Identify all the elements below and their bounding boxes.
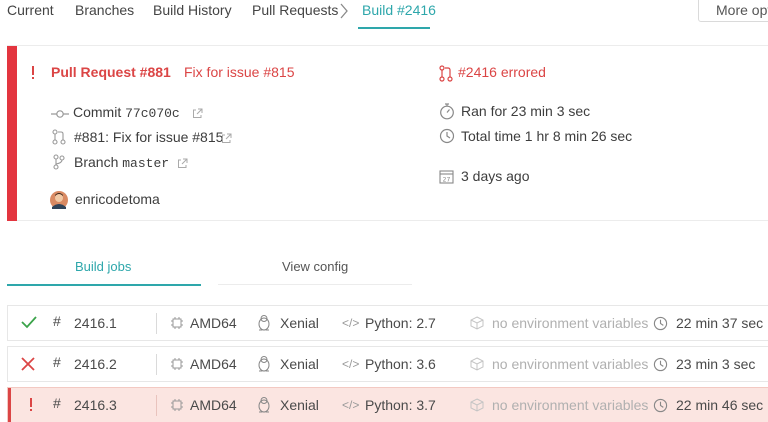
errored-icon	[28, 397, 34, 416]
hash-icon: #	[53, 354, 61, 370]
tab-build-history[interactable]: Build History	[153, 2, 232, 18]
job-number[interactable]: 2416.1	[74, 315, 117, 331]
job-env: no environment variables set	[492, 397, 650, 413]
stopwatch-icon	[439, 102, 455, 125]
build-summary-card: Pull Request #881 Fix for issue #815 Com…	[7, 45, 768, 221]
code-icon: </>	[342, 398, 360, 412]
pull-request-icon	[439, 65, 453, 87]
more-options-button[interactable]: More options	[698, 0, 768, 22]
commit-message: Fix for issue #815	[184, 64, 295, 80]
cpu-icon	[170, 398, 184, 415]
job-arch: AMD64	[190, 315, 237, 331]
active-tab-indicator	[358, 27, 430, 29]
state-stripe	[7, 46, 17, 221]
clock-icon	[653, 316, 668, 334]
repo-tabs: Current Branches Build History Pull Requ…	[0, 0, 768, 29]
external-link-icon[interactable]	[177, 156, 188, 174]
author-name[interactable]: enricodetoma	[75, 191, 160, 207]
linux-icon	[257, 396, 271, 416]
job-language: Python: 2.7	[365, 315, 436, 331]
job-row[interactable]: # 2416.2 AMD64 Xenial </> Python: 3.6 no…	[7, 346, 768, 382]
box-icon	[470, 398, 484, 415]
build-state: #2416 errored	[458, 64, 546, 80]
tab-pull-requests[interactable]: Pull Requests	[252, 2, 338, 18]
job-row[interactable]: # 2416.1 AMD64 Xenial </> Python: 2.7 no…	[7, 305, 768, 341]
pull-request-icon	[52, 129, 66, 150]
job-dist: Xenial	[280, 397, 319, 413]
job-dist: Xenial	[280, 356, 319, 372]
pull-request-link[interactable]: #881: Fix for issue #815	[74, 129, 223, 145]
commit-sha: 77c070c	[125, 106, 180, 121]
cpu-icon	[170, 316, 184, 333]
commit-link[interactable]: Commit 77c070c	[73, 104, 180, 121]
external-link-icon[interactable]	[192, 106, 203, 124]
cpu-icon	[170, 357, 184, 374]
linux-icon	[257, 355, 271, 375]
hash-icon: #	[53, 313, 61, 329]
job-env: no environment variables set	[492, 356, 650, 372]
linux-icon	[257, 314, 271, 334]
job-number[interactable]: 2416.3	[74, 397, 117, 413]
errored-stripe	[8, 388, 11, 422]
passed-check-icon	[20, 314, 38, 333]
calendar-day: 27	[443, 177, 451, 184]
calendar-icon: 27	[439, 169, 454, 189]
box-icon	[470, 316, 484, 333]
clock-icon	[653, 398, 668, 416]
job-arch: AMD64	[190, 356, 237, 372]
job-dist: Xenial	[280, 315, 319, 331]
failed-x-icon	[20, 356, 36, 375]
avatar	[50, 191, 68, 214]
box-icon	[470, 357, 484, 374]
code-icon: </>	[342, 357, 360, 371]
tab-current[interactable]: Current	[7, 2, 54, 18]
code-icon: </>	[342, 316, 360, 330]
pull-request-title[interactable]: Pull Request #881	[51, 64, 171, 80]
row-divider	[156, 313, 157, 334]
finished-ago: 3 days ago	[461, 168, 530, 184]
errored-icon	[28, 64, 38, 87]
job-language: Python: 3.6	[365, 356, 436, 372]
branch-link[interactable]: Branch master	[74, 154, 169, 171]
breadcrumb-chevron-icon	[339, 2, 349, 25]
job-number[interactable]: 2416.2	[74, 356, 117, 372]
hash-icon: #	[53, 395, 61, 411]
external-link-icon[interactable]	[221, 131, 232, 149]
tab-view-config[interactable]: View config	[282, 259, 348, 274]
row-divider	[156, 354, 157, 375]
tab-branches[interactable]: Branches	[75, 2, 134, 18]
job-arch: AMD64	[190, 397, 237, 413]
build-jobs-underline	[7, 284, 201, 286]
clock-icon	[653, 357, 668, 375]
job-duration: 22 min 46 sec	[676, 397, 764, 413]
row-divider	[156, 395, 157, 416]
job-duration: 22 min 37 sec	[676, 315, 764, 331]
job-duration: 23 min 3 sec	[676, 356, 756, 372]
branch-icon	[53, 154, 65, 175]
commit-icon	[51, 107, 69, 125]
job-language: Python: 3.7	[365, 397, 436, 413]
ran-for: Ran for 23 min 3 sec	[461, 103, 591, 119]
job-row[interactable]: # 2416.3 AMD64 Xenial </> Python: 3.7 no…	[7, 387, 768, 422]
branch-label: Branch	[74, 154, 119, 170]
view-config-underline	[218, 284, 412, 285]
branch-name: master	[122, 156, 170, 171]
commit-label: Commit	[73, 104, 122, 120]
total-time: Total time 1 hr 8 min 26 sec	[461, 128, 633, 144]
tab-build-jobs[interactable]: Build jobs	[75, 259, 131, 274]
clock-icon	[439, 128, 455, 149]
tab-build[interactable]: Build #2416	[362, 2, 436, 18]
job-env: no environment variables set	[492, 315, 650, 331]
